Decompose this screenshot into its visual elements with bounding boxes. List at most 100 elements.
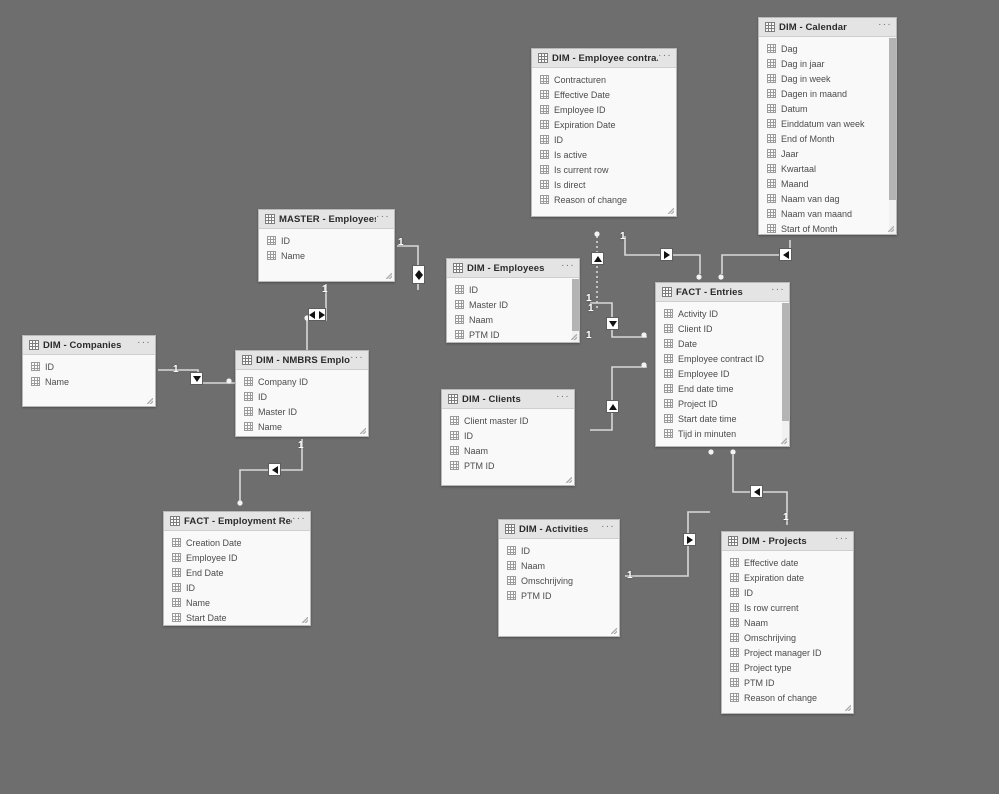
- field-row[interactable]: ID: [23, 359, 155, 374]
- scrollbar-thumb[interactable]: [782, 303, 789, 422]
- more-options-icon[interactable]: ···: [878, 19, 892, 33]
- table-card-master-employees[interactable]: MASTER - Employees ··· ID Name: [258, 209, 395, 282]
- field-row[interactable]: Creation Date: [164, 535, 310, 550]
- table-header-dim-employee-contracts[interactable]: DIM - Employee contra... ···: [532, 49, 676, 68]
- field-row[interactable]: Effective date: [722, 555, 853, 570]
- table-header-dim-employees[interactable]: DIM - Employees ···: [447, 259, 579, 278]
- more-options-icon[interactable]: ···: [376, 211, 390, 225]
- field-row[interactable]: Name: [236, 419, 368, 434]
- field-row[interactable]: PTM ID: [722, 675, 853, 690]
- field-row[interactable]: PTM ID: [447, 327, 579, 342]
- table-card-dim-calendar[interactable]: DIM - Calendar ··· Dag Dag in jaar Dag in we…: [758, 17, 897, 235]
- model-diagram-canvas[interactable]: 1111111111 DIM - Calendar ··· Dag Dag in ja…: [0, 0, 999, 794]
- field-row[interactable]: Naam: [442, 443, 574, 458]
- field-row[interactable]: ID: [442, 428, 574, 443]
- field-row[interactable]: Expiration Date: [532, 117, 676, 132]
- field-row[interactable]: Expiration date: [722, 570, 853, 585]
- field-row[interactable]: Naam van maand: [759, 206, 896, 221]
- more-options-icon[interactable]: ···: [137, 337, 151, 351]
- field-row[interactable]: Naam: [499, 558, 619, 573]
- resize-grip[interactable]: [360, 428, 366, 434]
- more-options-icon[interactable]: ···: [771, 284, 785, 298]
- more-options-icon[interactable]: ···: [835, 533, 849, 547]
- field-row[interactable]: Master ID: [236, 404, 368, 419]
- field-row[interactable]: End of Month: [759, 131, 896, 146]
- resize-grip[interactable]: [302, 617, 308, 623]
- table-card-dim-activities[interactable]: DIM - Activities ··· ID Naam Omschrijving PTM…: [498, 519, 620, 637]
- field-row[interactable]: Omschrijving: [722, 630, 853, 645]
- table-card-dim-companies[interactable]: DIM - Companies ··· ID Name: [22, 335, 156, 407]
- table-header-dim-calendar[interactable]: DIM - Calendar ···: [759, 18, 896, 37]
- field-row[interactable]: ID: [499, 543, 619, 558]
- field-row[interactable]: Dag in week: [759, 71, 896, 86]
- field-row[interactable]: Omschrijving: [499, 573, 619, 588]
- field-row[interactable]: Dag in jaar: [759, 56, 896, 71]
- field-row[interactable]: Employee ID: [164, 550, 310, 565]
- more-options-icon[interactable]: ···: [292, 513, 306, 527]
- field-row[interactable]: Reason of change: [532, 192, 676, 207]
- field-row[interactable]: PTM ID: [499, 588, 619, 603]
- field-row[interactable]: Dag: [759, 41, 896, 56]
- field-row[interactable]: Start Date: [164, 610, 310, 625]
- field-row[interactable]: Project type: [722, 660, 853, 675]
- field-row[interactable]: Name: [259, 248, 394, 263]
- field-row[interactable]: Client ID: [656, 321, 789, 336]
- more-options-icon[interactable]: ···: [556, 391, 570, 405]
- table-card-fact-entries[interactable]: FACT - Entries ··· Activity ID Client ID Dat…: [655, 282, 790, 447]
- table-header-master-employees[interactable]: MASTER - Employees ···: [259, 210, 394, 229]
- table-header-dim-projects[interactable]: DIM - Projects ···: [722, 532, 853, 551]
- table-card-dim-projects[interactable]: DIM - Projects ··· Effective date Expiratio…: [721, 531, 854, 714]
- field-row[interactable]: Employee ID: [532, 102, 676, 117]
- field-row[interactable]: ID: [532, 132, 676, 147]
- field-row[interactable]: Datum: [759, 101, 896, 116]
- scrollbar-thumb[interactable]: [572, 279, 579, 332]
- field-row[interactable]: Client master ID: [442, 413, 574, 428]
- field-row[interactable]: ID: [722, 585, 853, 600]
- field-row[interactable]: Name: [23, 374, 155, 389]
- field-row[interactable]: Project ID: [656, 396, 789, 411]
- field-row[interactable]: Date: [656, 336, 789, 351]
- field-row[interactable]: Start of Month: [759, 221, 896, 234]
- more-options-icon[interactable]: ···: [658, 50, 672, 64]
- resize-grip[interactable]: [611, 628, 617, 634]
- field-row[interactable]: Dagen in maand: [759, 86, 896, 101]
- table-card-dim-clients[interactable]: DIM - Clients ··· Client master ID ID Naam PT…: [441, 389, 575, 486]
- vertical-scrollbar[interactable]: [782, 303, 789, 446]
- resize-grip[interactable]: [845, 705, 851, 711]
- resize-grip[interactable]: [386, 273, 392, 279]
- field-row[interactable]: Is direct: [532, 177, 676, 192]
- field-row[interactable]: Maand: [759, 176, 896, 191]
- field-row[interactable]: Tijd in minuten: [656, 426, 789, 441]
- field-row[interactable]: Einddatum van week: [759, 116, 896, 131]
- field-row[interactable]: ID: [447, 282, 579, 297]
- field-row[interactable]: Start date time: [656, 411, 789, 426]
- field-row[interactable]: PTM ID: [442, 458, 574, 473]
- field-row[interactable]: End date time: [656, 381, 789, 396]
- field-row[interactable]: Activity ID: [656, 306, 789, 321]
- field-row[interactable]: Reason of change: [722, 690, 853, 705]
- table-card-fact-employment-records[interactable]: FACT - Employment Rec...··· Creation Date…: [163, 511, 311, 626]
- field-row[interactable]: Contracturen: [532, 72, 676, 87]
- field-row[interactable]: Kwartaal: [759, 161, 896, 176]
- resize-grip[interactable]: [668, 208, 674, 214]
- more-options-icon[interactable]: ···: [601, 521, 615, 535]
- field-row[interactable]: Naam van dag: [759, 191, 896, 206]
- field-row[interactable]: ID: [164, 580, 310, 595]
- table-card-dim-employees[interactable]: DIM - Employees ··· ID Master ID Naam PTM ID: [446, 258, 580, 343]
- field-row[interactable]: Is current row: [532, 162, 676, 177]
- field-row[interactable]: Naam: [447, 312, 579, 327]
- table-card-dim-nmbrs-employees[interactable]: DIM - NMBRS Emplo... ··· Company ID ID Maste…: [235, 350, 369, 437]
- field-row[interactable]: End Date: [164, 565, 310, 580]
- field-row[interactable]: ID: [259, 233, 394, 248]
- field-row[interactable]: Is active: [532, 147, 676, 162]
- more-options-icon[interactable]: ···: [561, 260, 575, 274]
- table-header-dim-clients[interactable]: DIM - Clients ···: [442, 390, 574, 409]
- field-row[interactable]: Is row current: [722, 600, 853, 615]
- field-row[interactable]: Master ID: [447, 297, 579, 312]
- table-header-dim-activities[interactable]: DIM - Activities ···: [499, 520, 619, 539]
- scrollbar-thumb[interactable]: [889, 38, 896, 200]
- field-row[interactable]: Employee ID: [656, 366, 789, 381]
- field-row[interactable]: Naam: [722, 615, 853, 630]
- field-row[interactable]: Project manager ID: [722, 645, 853, 660]
- table-header-fact-employment-records[interactable]: FACT - Employment Rec...···: [164, 512, 310, 531]
